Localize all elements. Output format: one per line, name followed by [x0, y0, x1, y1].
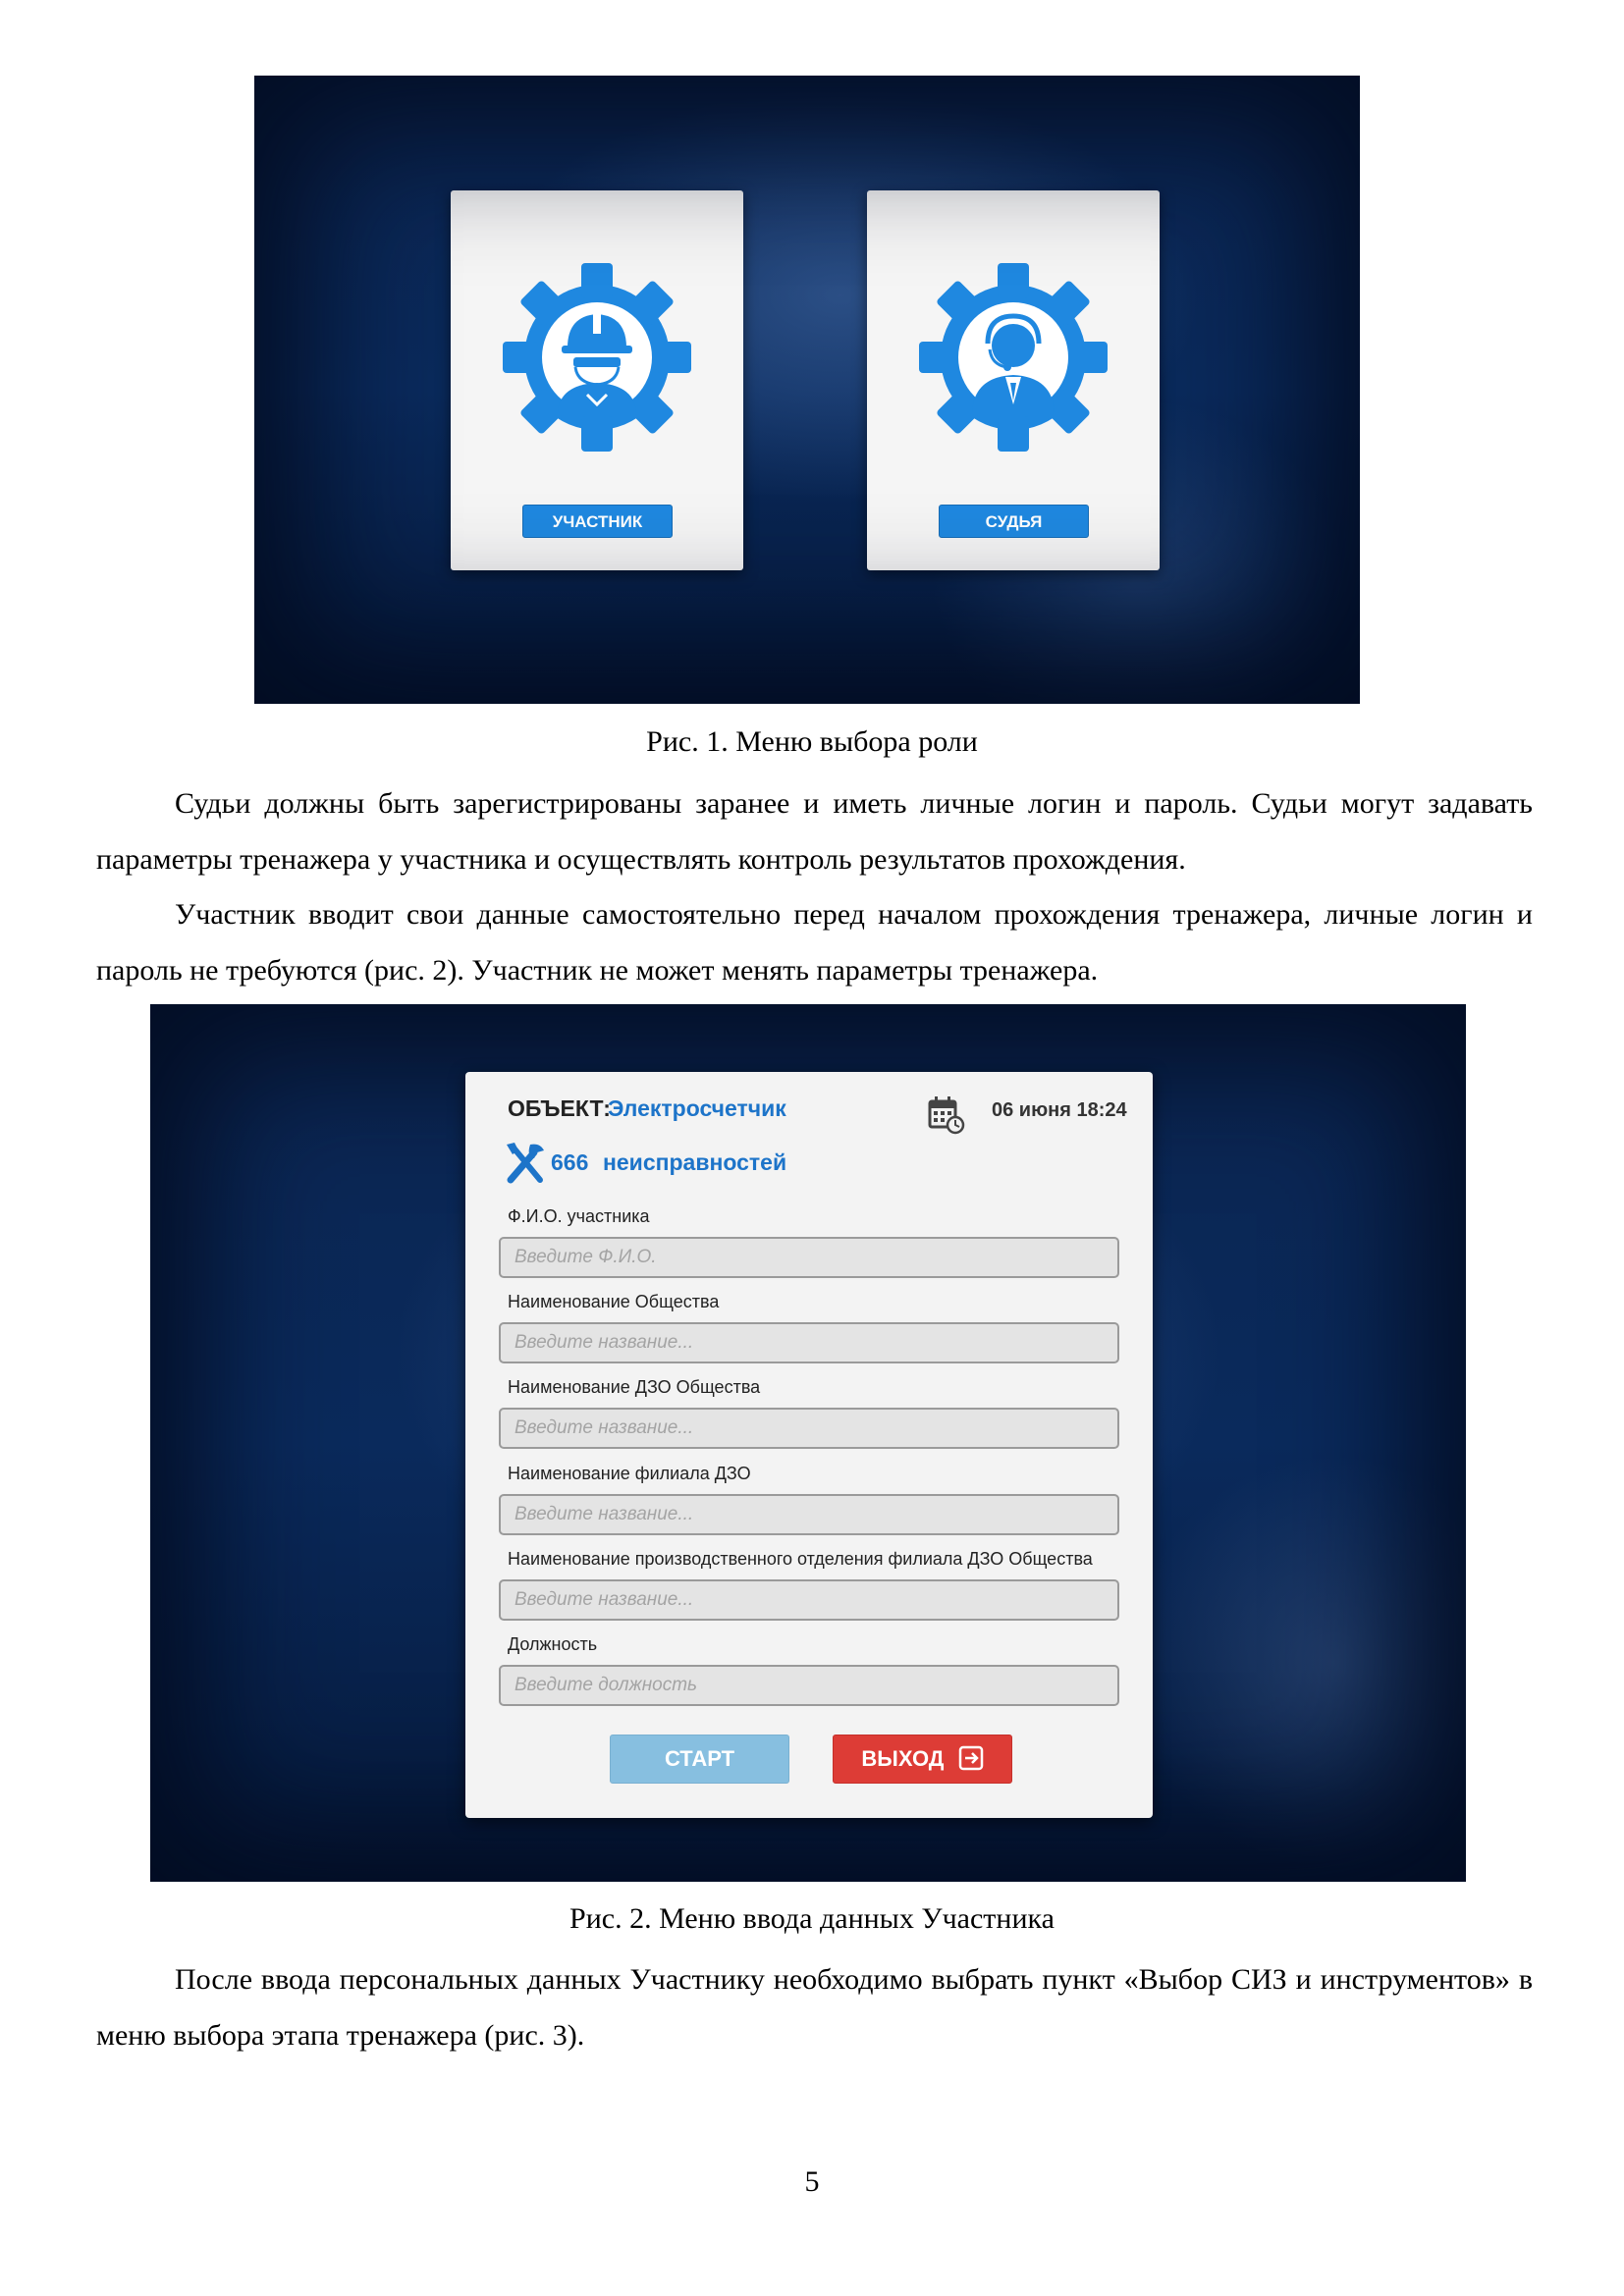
paragraph-participant: Участник вводит свои данные самостоятель… — [96, 898, 1533, 987]
worker-gear-icon — [503, 263, 691, 452]
department-input[interactable] — [499, 1579, 1119, 1621]
object-value: Электросчетчик — [608, 1095, 786, 1121]
figure2-caption: Рис. 2. Меню ввода данных Участника — [569, 1902, 1055, 1935]
object-label: ОБЪЕКТ: — [508, 1095, 611, 1121]
operator-gear-icon — [919, 263, 1108, 452]
start-button[interactable]: СТАРТ — [610, 1735, 789, 1784]
date-time: 06 июня 18:24 — [992, 1099, 1127, 1121]
start-button-label: СТАРТ — [664, 1746, 735, 1771]
branch-input[interactable] — [499, 1494, 1119, 1535]
exit-button-label: ВЫХОД — [861, 1746, 945, 1771]
fault-label: неисправностей — [603, 1149, 787, 1175]
tools-icon — [507, 1143, 544, 1184]
company-input[interactable] — [499, 1322, 1119, 1363]
judge-role-card[interactable]: СУДЬЯ — [867, 190, 1160, 570]
calendar-clock-icon — [928, 1096, 965, 1135]
position-label: Должность — [508, 1634, 598, 1654]
fio-label: Ф.И.О. участника — [508, 1206, 650, 1226]
subsidiary-label: Наименование ДЗО Общества — [508, 1377, 761, 1397]
paragraph-judges: Судьи должны быть зарегистрированы заран… — [96, 787, 1533, 876]
exit-button[interactable]: ВЫХОД — [833, 1735, 1012, 1784]
exit-icon — [958, 1745, 983, 1771]
judge-button[interactable]: СУДЬЯ — [939, 505, 1089, 538]
subsidiary-input[interactable] — [499, 1408, 1119, 1449]
participant-button[interactable]: УЧАСТНИК — [522, 505, 673, 538]
figure1-caption: Рис. 1. Меню выбора роли — [646, 725, 978, 758]
company-label: Наименование Общества — [508, 1292, 720, 1311]
fault-count: 666 — [551, 1149, 589, 1175]
role-menu-screenshot: УЧАСТНИК СУДЬЯ — [254, 76, 1360, 704]
paragraph-next-step: После ввода персональных данных Участник… — [96, 1963, 1533, 2052]
branch-label: Наименование филиала ДЗО — [508, 1464, 751, 1483]
page-number: 5 — [804, 2165, 820, 2198]
participant-role-card[interactable]: УЧАСТНИК — [451, 190, 743, 570]
participant-form-panel: ОБЪЕКТ: Электросчетчик 06 июня 18:24 666… — [465, 1072, 1153, 1818]
fio-input[interactable] — [499, 1237, 1119, 1278]
department-label: Наименование производственного отделения… — [508, 1549, 1093, 1569]
position-input[interactable] — [499, 1665, 1119, 1706]
participant-form-screenshot: ОБЪЕКТ: Электросчетчик 06 июня 18:24 666… — [150, 1004, 1466, 1882]
